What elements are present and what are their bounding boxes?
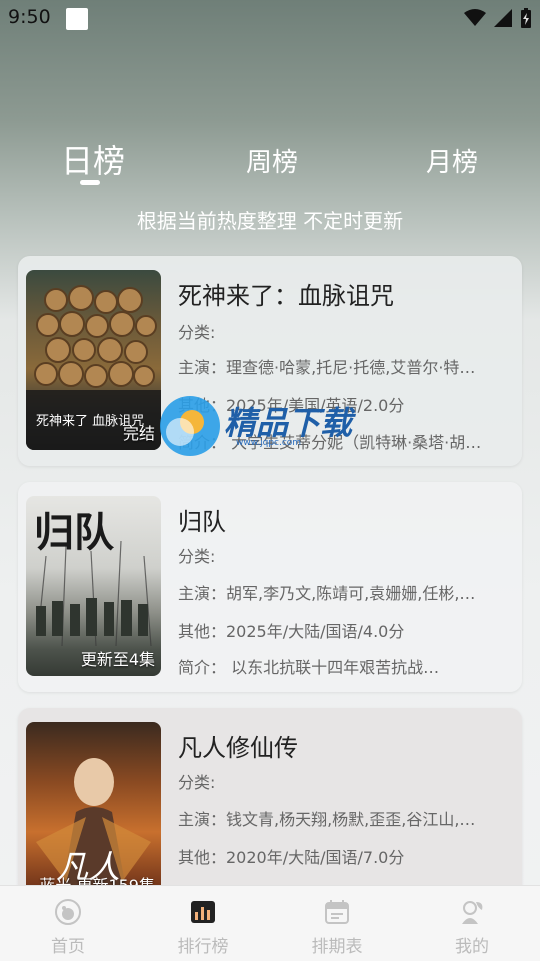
- item-title: 死神来了：血脉诅咒: [178, 282, 394, 310]
- tab-daily[interactable]: 日榜: [61, 136, 125, 182]
- item-category: 分类:: [178, 547, 216, 566]
- tab-weekly[interactable]: 周榜: [246, 142, 298, 179]
- status-badge: 完结: [122, 424, 155, 443]
- watermark: 精品下载 www.jqpc.com: [158, 392, 388, 462]
- item-cast: 主演：钱文青,杨天翔,杨默,歪歪,谷江山,…: [178, 810, 476, 829]
- nav-label: 首页: [51, 937, 85, 957]
- poster-title: 归队: [34, 510, 114, 556]
- profile-icon: [462, 901, 483, 924]
- item-title: 凡人修仙传: [178, 734, 298, 762]
- poster-image: 归队 更新至4集: [26, 496, 161, 676]
- ranking-subtitle: 根据当前热度整理 不定时更新: [136, 209, 404, 233]
- status-icons: [464, 8, 532, 28]
- active-tab-indicator: [80, 180, 100, 185]
- item-other: 其他：2020年/大陆/国语/7.0分: [178, 848, 405, 867]
- watermark-url: www.jqpc.com: [236, 438, 302, 448]
- notification-icon: [66, 8, 88, 30]
- watermark-logo-icon: [160, 396, 220, 456]
- nav-home[interactable]: 首页: [28, 898, 108, 957]
- home-icon: [55, 899, 81, 925]
- battery-icon: [521, 8, 531, 28]
- item-cast: 主演：胡军,李乃文,陈靖可,袁姗姗,任彬,…: [178, 584, 476, 603]
- nav-profile[interactable]: 我的: [432, 898, 512, 957]
- status-badge: 更新至4集: [80, 650, 155, 669]
- poster-image: 死神来了 血脉诅咒 完结: [26, 270, 161, 450]
- ranking-tabs: 日榜 周榜 月榜: [0, 136, 540, 186]
- list-item[interactable]: 归队 更新至4集 归队 分类: 主演：胡军,李乃文,陈靖可,袁姗姗,任彬,… 其…: [18, 482, 522, 692]
- nav-label: 我的: [455, 937, 489, 957]
- tab-monthly[interactable]: 月榜: [426, 142, 478, 179]
- wifi-icon: [464, 9, 486, 26]
- item-cast: 主演：理查德·哈蒙,托尼·托德,艾普尔·特…: [178, 358, 476, 377]
- item-category: 分类:: [178, 773, 216, 792]
- nav-label: 排期表: [311, 937, 363, 957]
- item-category: 分类:: [178, 323, 216, 342]
- nav-schedule[interactable]: 排期表: [297, 898, 377, 957]
- status-time: 9:50: [8, 6, 51, 28]
- nav-ranking[interactable]: 排行榜: [163, 898, 243, 957]
- signal-icon: [494, 9, 512, 27]
- nav-label: 排行榜: [177, 937, 229, 957]
- calendar-icon: [325, 900, 349, 924]
- ranking-icon: [191, 901, 215, 923]
- item-title: 归队: [178, 508, 226, 536]
- item-summary: 简介： 以东北抗联十四年艰苦抗战…: [178, 658, 440, 677]
- bottom-nav: 首页 排行榜 排期表 我的: [0, 885, 540, 961]
- status-bar: 9:50: [0, 0, 540, 38]
- item-other: 其他：2025年/大陆/国语/4.0分: [178, 622, 405, 641]
